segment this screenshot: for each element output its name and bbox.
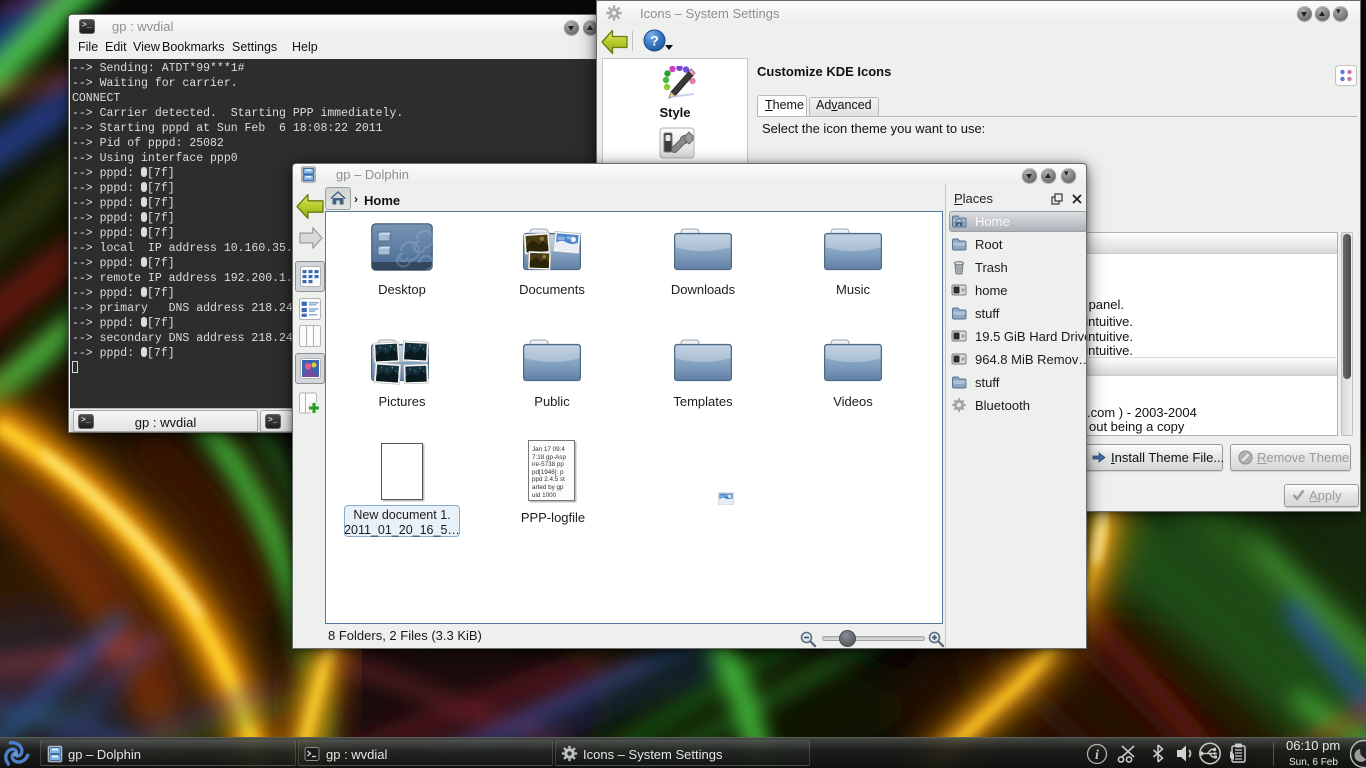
- svg-text:?: ?: [650, 33, 659, 49]
- svg-text:i: i: [1095, 748, 1099, 763]
